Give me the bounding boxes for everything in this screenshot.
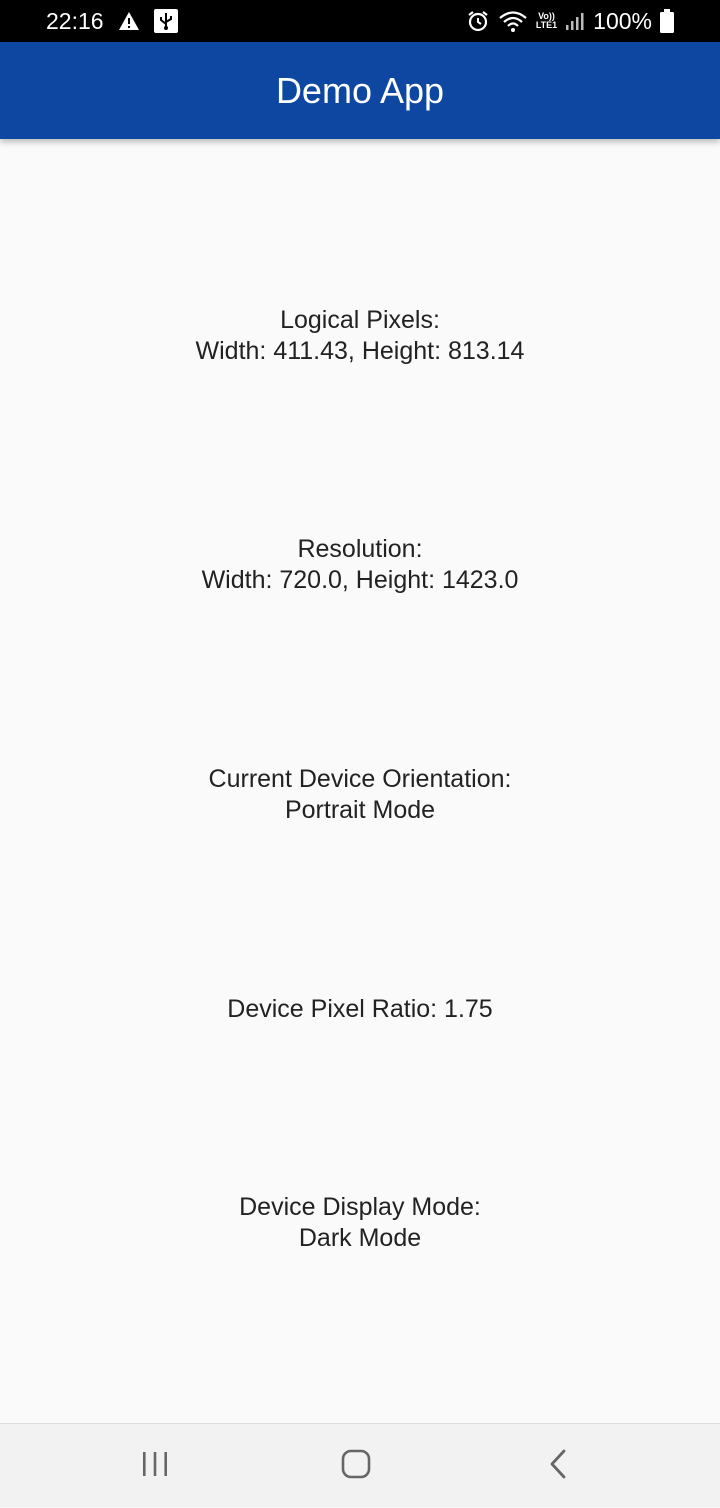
- orientation-block: Current Device Orientation: Portrait Mod…: [0, 764, 720, 826]
- warning-icon: [118, 11, 140, 31]
- status-bar: 22:16 Vo)) LTE1 100%: [0, 0, 720, 42]
- battery-percent: 100%: [593, 7, 652, 34]
- app-bar: Demo App: [0, 42, 720, 139]
- orientation-label: Current Device Orientation:: [208, 765, 512, 793]
- navigation-bar: [0, 1423, 720, 1507]
- main-content: Logical Pixels: Width: 411.43, Height: 8…: [0, 139, 720, 1423]
- pixel-ratio-block: Device Pixel Ratio: 1.75: [0, 994, 720, 1025]
- pixel-ratio-text: Device Pixel Ratio: 1.75: [227, 995, 493, 1023]
- network-bottom-label: LTE1: [535, 20, 558, 30]
- home-button[interactable]: [296, 1424, 416, 1508]
- resolution-label: Resolution:: [297, 535, 423, 563]
- back-icon: [548, 1449, 568, 1484]
- app-title: Demo App: [275, 69, 445, 111]
- display-mode-value: Dark Mode: [298, 1224, 422, 1252]
- status-time: 22:16: [46, 7, 104, 34]
- recent-apps-button[interactable]: [95, 1424, 215, 1508]
- signal-icon: [565, 11, 585, 31]
- logical-pixels-label: Logical Pixels:: [280, 306, 440, 334]
- battery-icon: [660, 9, 674, 33]
- logical-pixels-block: Logical Pixels: Width: 411.43, Height: 8…: [0, 305, 720, 367]
- resolution-block: Resolution: Width: 720.0, Height: 1423.0: [0, 534, 720, 596]
- orientation-value: Portrait Mode: [284, 796, 436, 824]
- recent-apps-icon: [141, 1451, 169, 1482]
- display-mode-block: Device Display Mode: Dark Mode: [0, 1192, 720, 1254]
- back-button[interactable]: [498, 1424, 618, 1508]
- display-mode-label: Device Display Mode:: [239, 1193, 481, 1221]
- alarm-icon: [466, 9, 490, 33]
- status-left: 22:16: [46, 8, 178, 35]
- usb-icon: [153, 9, 178, 33]
- resolution-value: Width: 720.0, Height: 1423.0: [201, 566, 519, 594]
- wifi-icon: [498, 9, 528, 33]
- logical-pixels-value: Width: 411.43, Height: 813.14: [195, 337, 525, 365]
- home-icon: [341, 1449, 371, 1484]
- status-right: Vo)) LTE1 100%: [466, 8, 674, 35]
- network-type-label: Vo)) LTE1: [536, 12, 557, 30]
